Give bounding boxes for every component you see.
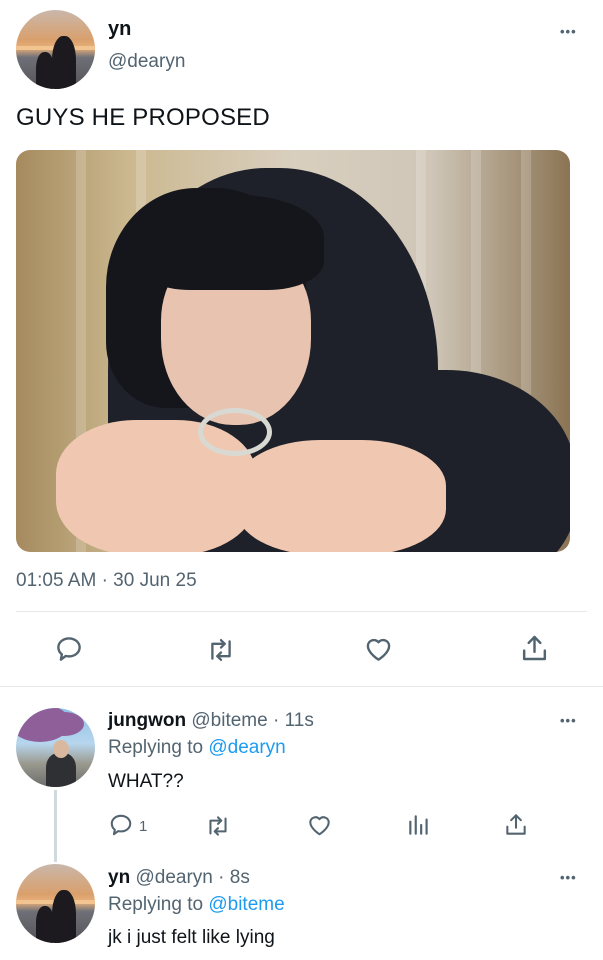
meta-separator: · bbox=[272, 710, 280, 731]
replying-to-link[interactable]: @biteme bbox=[208, 894, 284, 915]
analytics-icon[interactable] bbox=[406, 812, 432, 838]
avatar-figure bbox=[52, 890, 76, 943]
share-icon[interactable] bbox=[503, 811, 529, 838]
replying-to-label: Replying to bbox=[108, 894, 204, 915]
replying-to-label: Replying to bbox=[108, 737, 204, 758]
author-name[interactable]: yn bbox=[108, 18, 131, 41]
tweet-text: GUYS HE PROPOSED bbox=[16, 104, 270, 131]
author-handle[interactable]: @biteme bbox=[191, 710, 267, 731]
divider bbox=[0, 686, 603, 687]
tweet-timestamp: 01:05 AM · 30 Jun 25 bbox=[16, 570, 197, 592]
reply-header: jungwon @biteme · 11s bbox=[108, 710, 314, 732]
retweet-icon[interactable] bbox=[205, 635, 237, 665]
more-options-button[interactable]: ••• bbox=[560, 870, 577, 885]
more-options-button[interactable]: ••• bbox=[560, 24, 577, 39]
reply-time: 8s bbox=[229, 867, 250, 888]
avatar-blossom bbox=[44, 712, 84, 736]
tweet-photo[interactable] bbox=[16, 150, 570, 552]
author-name[interactable]: jungwon bbox=[108, 710, 186, 731]
reply-count: 1 bbox=[139, 818, 148, 835]
like-icon[interactable] bbox=[363, 634, 394, 664]
retweet-icon[interactable] bbox=[204, 813, 232, 839]
avatar[interactable] bbox=[16, 864, 95, 943]
author-name[interactable]: yn bbox=[108, 867, 130, 888]
like-icon[interactable] bbox=[306, 812, 333, 838]
meta-separator: · bbox=[218, 867, 225, 888]
thread-connector bbox=[54, 790, 57, 862]
reply-text: WHAT?? bbox=[108, 771, 184, 792]
share-icon[interactable] bbox=[519, 632, 550, 664]
replying-to: Replying to @biteme bbox=[108, 894, 285, 916]
author-handle[interactable]: @dearyn bbox=[108, 51, 185, 73]
reply-time: 11s bbox=[284, 710, 314, 731]
hand-right bbox=[236, 440, 446, 552]
tweet-date: 30 Jun 25 bbox=[113, 570, 197, 591]
reply-icon[interactable] bbox=[108, 812, 134, 838]
author-handle[interactable]: @dearyn bbox=[135, 867, 212, 888]
replying-to-link[interactable]: @dearyn bbox=[208, 737, 285, 758]
meta-separator: · bbox=[101, 570, 108, 591]
avatar-person bbox=[46, 753, 76, 787]
avatar[interactable] bbox=[16, 708, 95, 787]
more-options-button[interactable]: ••• bbox=[560, 713, 577, 728]
hair-fringe bbox=[134, 195, 324, 290]
ring bbox=[198, 408, 272, 456]
avatar[interactable] bbox=[16, 10, 95, 89]
reply-header: yn @dearyn · 8s bbox=[108, 867, 250, 889]
reply-icon[interactable] bbox=[54, 634, 84, 664]
reply-text: jk i just felt like lying bbox=[108, 927, 275, 948]
divider bbox=[16, 611, 587, 612]
avatar-figure bbox=[52, 36, 76, 89]
replying-to: Replying to @dearyn bbox=[108, 737, 286, 759]
avatar-face bbox=[53, 740, 69, 758]
tweet-time: 01:05 AM bbox=[16, 570, 97, 591]
